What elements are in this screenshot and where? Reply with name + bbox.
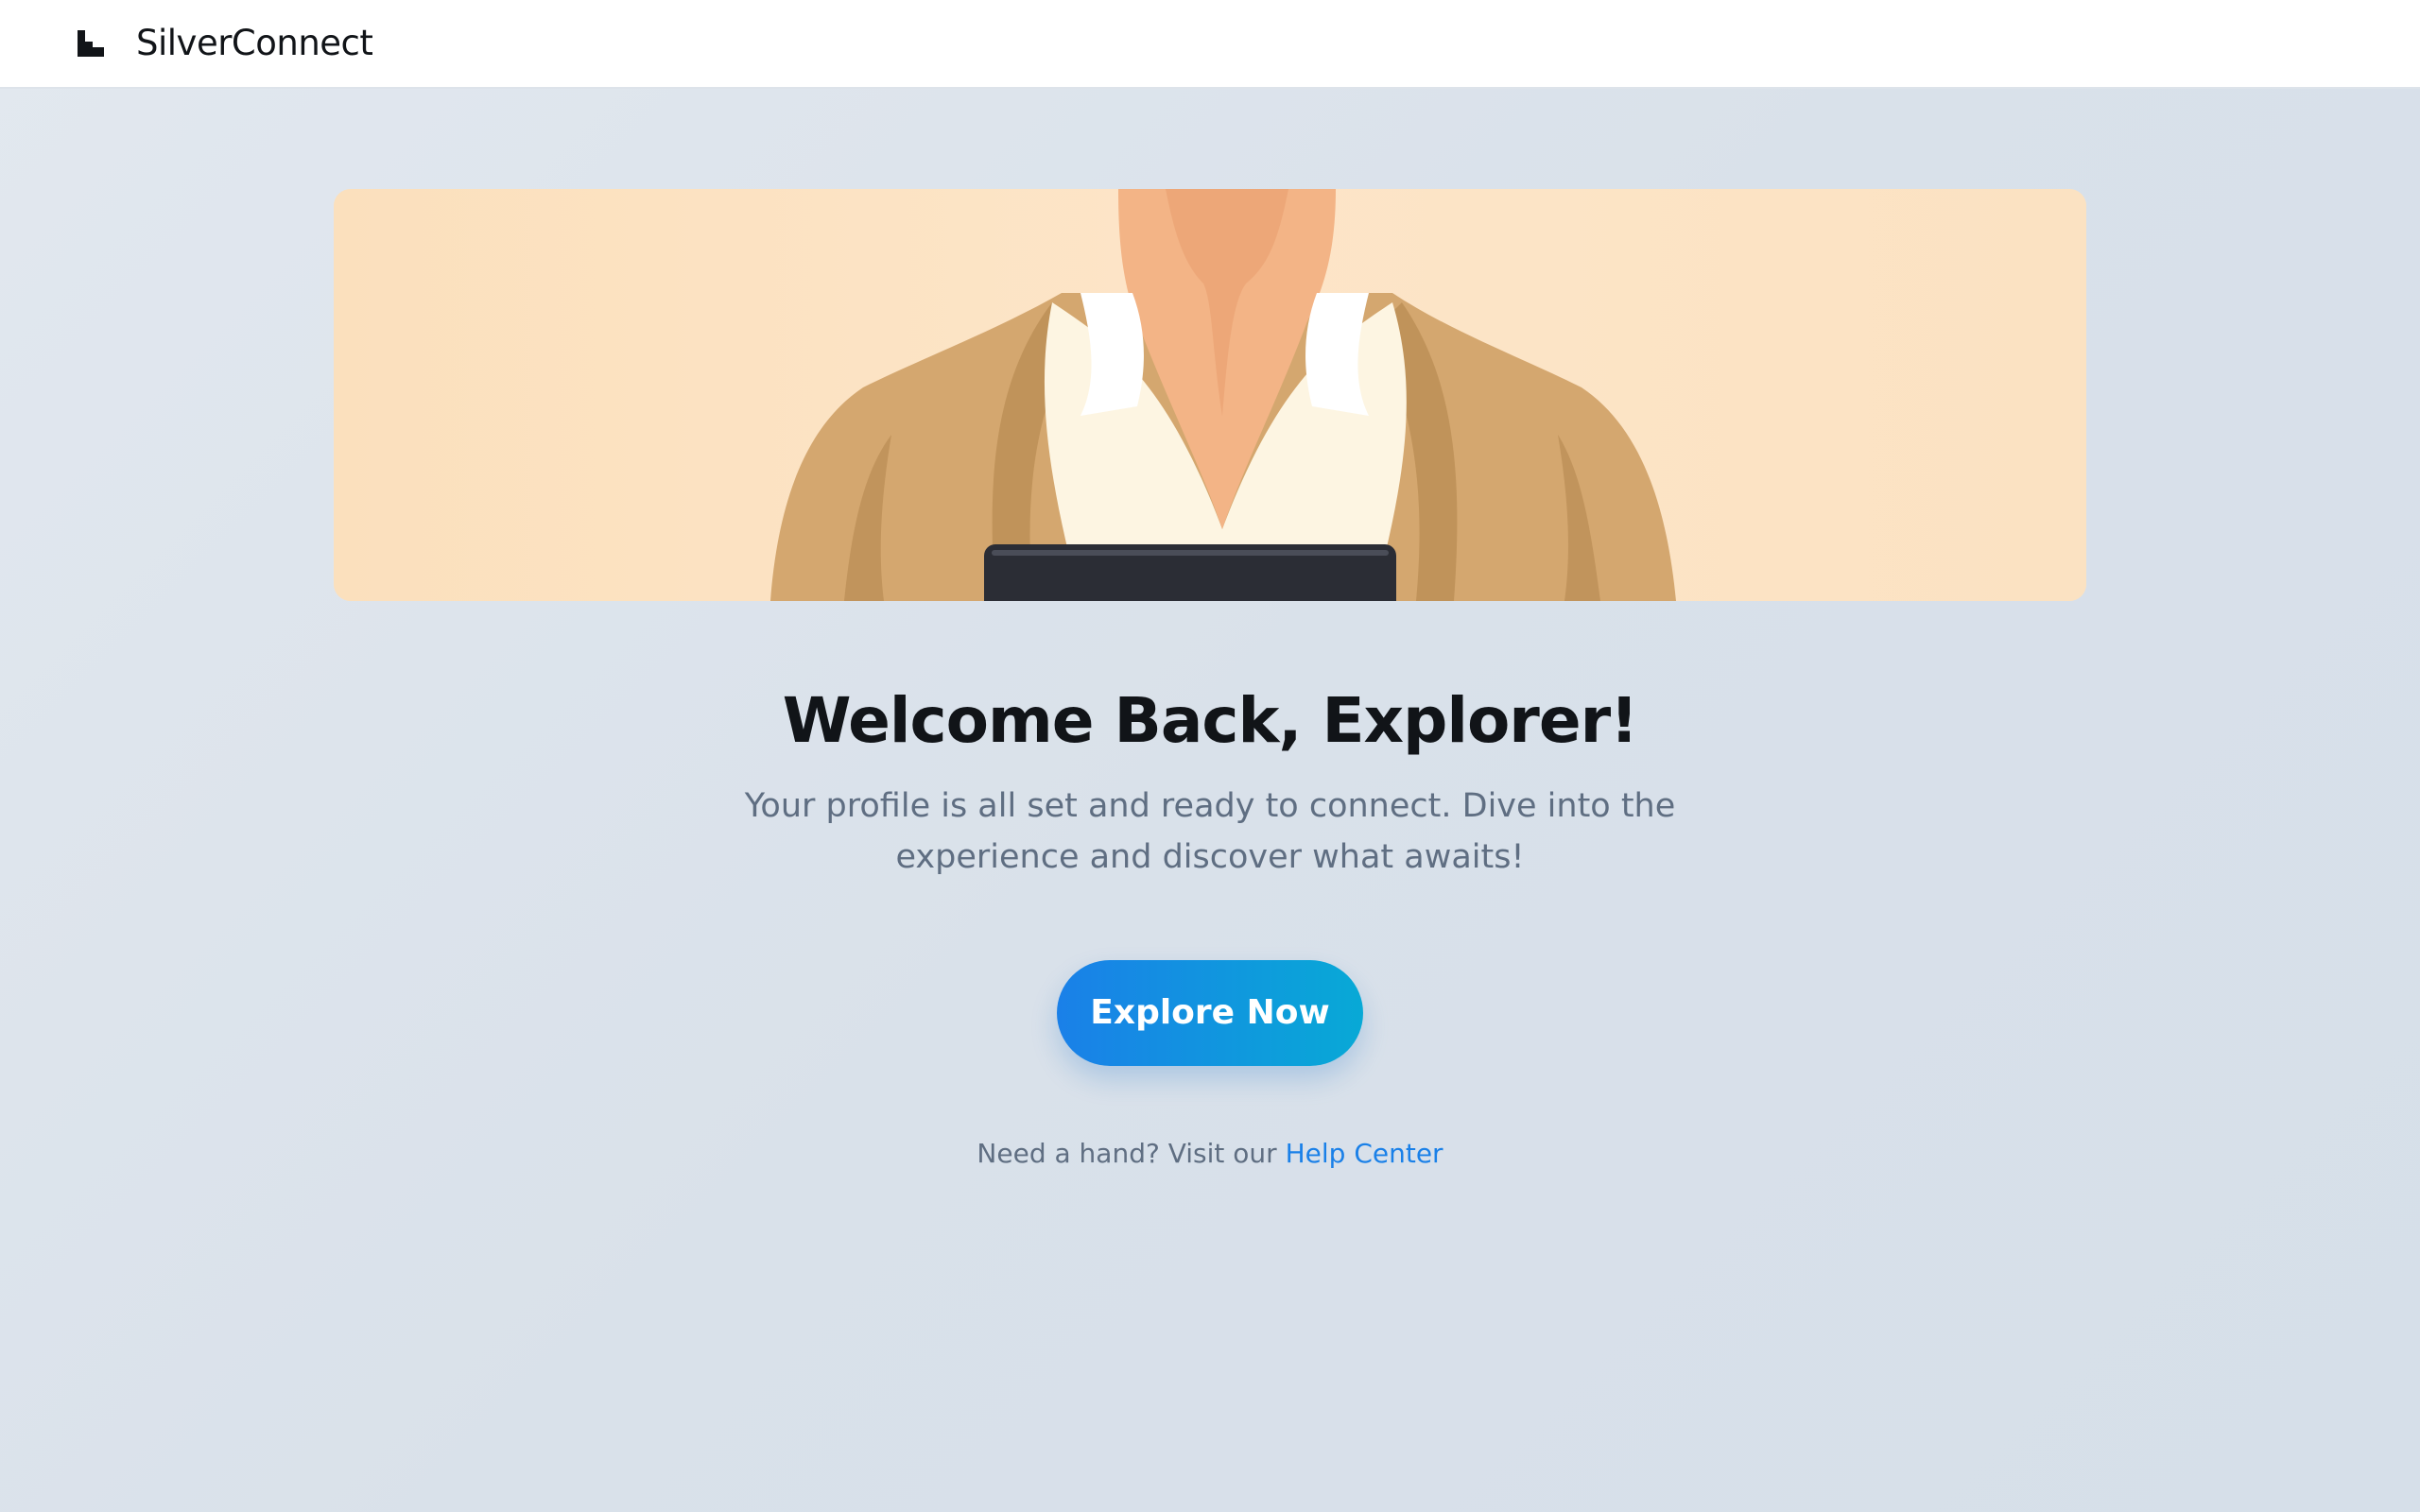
stepped-bars-logo-icon[interactable]: [78, 30, 104, 57]
explore-now-button[interactable]: Explore Now: [1057, 960, 1363, 1066]
welcome-subtitle: Your profile is all set and ready to con…: [744, 787, 1676, 876]
person-with-tablet-illustration: [334, 189, 2086, 601]
help-prompt: Need a hand? Visit our Help Center: [0, 1132, 2420, 1176]
page-title: Welcome Back, Explorer!: [782, 684, 1639, 757]
help-prefix-text: Need a hand? Visit our: [977, 1138, 1286, 1169]
help-center-link[interactable]: Help Center: [1286, 1138, 1443, 1169]
hero-illustration: [334, 189, 2086, 601]
brand-name[interactable]: SilverConnect: [136, 19, 373, 68]
top-navigation-bar: SilverConnect: [0, 0, 2420, 89]
